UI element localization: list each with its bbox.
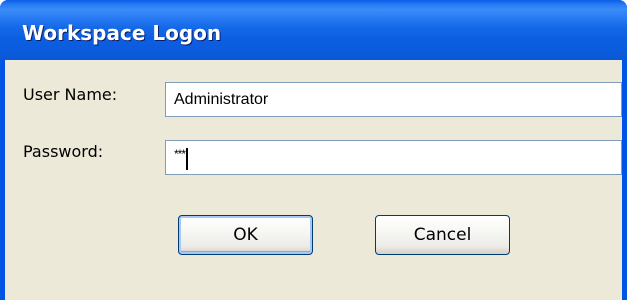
password-label: Password: — [23, 142, 104, 161]
logon-dialog: Workspace Logon User Name: Administrator… — [0, 0, 627, 300]
cancel-button[interactable]: Cancel — [375, 215, 510, 255]
username-label: User Name: — [23, 85, 118, 104]
dialog-body: User Name: Administrator Password: *** O… — [5, 60, 622, 300]
username-value: Administrator — [174, 91, 269, 108]
dialog-title: Workspace Logon — [22, 21, 222, 45]
password-value: *** — [174, 147, 186, 161]
title-bar[interactable]: Workspace Logon — [0, 0, 627, 60]
username-field[interactable]: Administrator — [165, 82, 622, 117]
ok-button[interactable]: OK — [178, 215, 313, 255]
password-field[interactable]: *** — [165, 140, 622, 175]
text-caret — [186, 147, 189, 170]
